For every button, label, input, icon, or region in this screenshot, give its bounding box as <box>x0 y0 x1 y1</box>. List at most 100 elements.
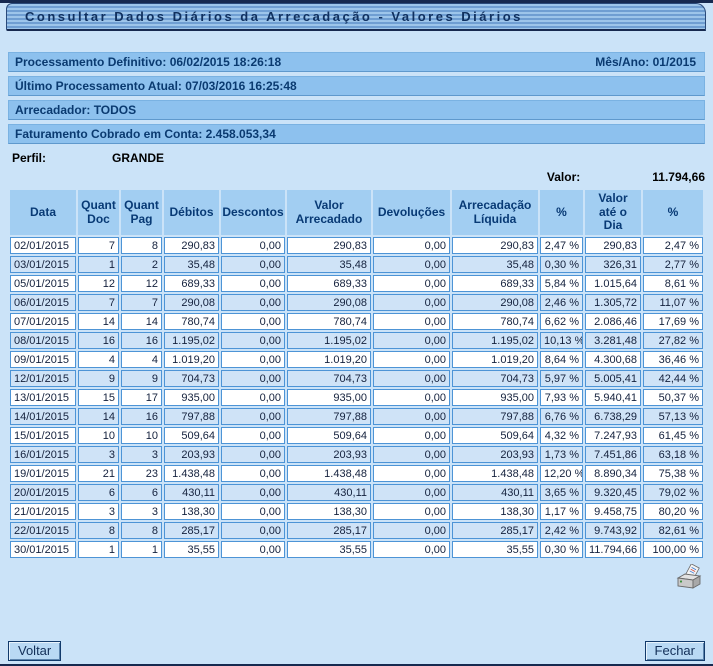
value-cell: 1.438,48 <box>452 465 538 482</box>
value-cell: 2,47 % <box>540 237 583 254</box>
value-cell: 0,30 % <box>540 541 583 558</box>
column-header: % <box>643 190 703 235</box>
value-cell: 430,11 <box>452 484 538 501</box>
value-cell: 2,46 % <box>540 294 583 311</box>
value-cell: 6 <box>121 484 162 501</box>
value-cell: 1.015,64 <box>585 275 641 292</box>
value-cell: 5,84 % <box>540 275 583 292</box>
value-cell: 797,88 <box>287 408 371 425</box>
value-cell: 3 <box>121 503 162 520</box>
value-cell: 0,00 <box>373 408 450 425</box>
value-cell: 8 <box>121 237 162 254</box>
value-cell: 6,76 % <box>540 408 583 425</box>
date-cell: 06/01/2015 <box>10 294 76 311</box>
value-cell: 0,00 <box>373 370 450 387</box>
value-cell: 0,00 <box>221 446 285 463</box>
value-cell: 5.940,41 <box>585 389 641 406</box>
value-cell: 100,00 % <box>643 541 703 558</box>
value-cell: 2,47 % <box>643 237 703 254</box>
printer-icon[interactable] <box>675 564 703 592</box>
value-cell: 935,00 <box>287 389 371 406</box>
value-cell: 1.305,72 <box>585 294 641 311</box>
value-cell: 9.320,45 <box>585 484 641 501</box>
date-cell: 03/01/2015 <box>10 256 76 273</box>
value-cell: 35,48 <box>164 256 219 273</box>
value-cell: 42,44 % <box>643 370 703 387</box>
value-cell: 23 <box>121 465 162 482</box>
value-cell: 0,00 <box>221 465 285 482</box>
value-cell: 80,20 % <box>643 503 703 520</box>
mes-ano-text: Mês/Ano: 01/2015 <box>595 55 696 69</box>
date-cell: 12/01/2015 <box>10 370 76 387</box>
value-cell: 0,30 % <box>540 256 583 273</box>
value-cell: 704,73 <box>452 370 538 387</box>
table-row: 19/01/201521231.438,480,001.438,480,001.… <box>10 465 703 482</box>
value-cell: 780,74 <box>452 313 538 330</box>
printer-row <box>0 564 703 592</box>
value-cell: 797,88 <box>452 408 538 425</box>
value-cell: 0,00 <box>373 351 450 368</box>
table-row: 20/01/201566430,110,00430,110,00430,113,… <box>10 484 703 501</box>
value-cell: 4 <box>78 351 119 368</box>
value-cell: 704,73 <box>164 370 219 387</box>
value-cell: 9 <box>121 370 162 387</box>
value-cell: 36,46 % <box>643 351 703 368</box>
value-cell: 0,00 <box>221 313 285 330</box>
table-row: 03/01/20151235,480,0035,480,0035,480,30 … <box>10 256 703 273</box>
table-row: 13/01/20151517935,000,00935,000,00935,00… <box>10 389 703 406</box>
value-cell: 12 <box>121 275 162 292</box>
value-cell: 0,00 <box>221 503 285 520</box>
perfil-row: Perfil: GRANDE <box>8 148 705 168</box>
value-cell: 14 <box>121 313 162 330</box>
value-cell: 0,00 <box>373 465 450 482</box>
date-cell: 02/01/2015 <box>10 237 76 254</box>
value-cell: 509,64 <box>164 427 219 444</box>
valor-row: Valor: 11.794,66 <box>8 168 705 186</box>
fechar-button[interactable]: Fechar <box>645 641 705 661</box>
value-cell: 138,30 <box>164 503 219 520</box>
value-cell: 203,93 <box>452 446 538 463</box>
value-cell: 797,88 <box>164 408 219 425</box>
value-cell: 509,64 <box>452 427 538 444</box>
value-cell: 0,00 <box>373 427 450 444</box>
value-cell: 290,83 <box>585 237 641 254</box>
table-row: 08/01/201516161.195,020,001.195,020,001.… <box>10 332 703 349</box>
value-cell: 0,00 <box>221 522 285 539</box>
date-cell: 21/01/2015 <box>10 503 76 520</box>
value-cell: 2,42 % <box>540 522 583 539</box>
value-cell: 4.300,68 <box>585 351 641 368</box>
value-cell: 0,00 <box>221 294 285 311</box>
value-cell: 82,61 % <box>643 522 703 539</box>
value-cell: 0,00 <box>373 522 450 539</box>
value-cell: 57,13 % <box>643 408 703 425</box>
value-cell: 27,82 % <box>643 332 703 349</box>
value-cell: 35,55 <box>287 541 371 558</box>
value-cell: 35,48 <box>287 256 371 273</box>
info-bar-processamento-definitivo: Processamento Definitivo: 06/02/2015 18:… <box>8 52 705 72</box>
value-cell: 290,83 <box>452 237 538 254</box>
value-cell: 935,00 <box>164 389 219 406</box>
column-header: Débitos <box>164 190 219 235</box>
value-cell: 17,69 % <box>643 313 703 330</box>
perfil-value: GRANDE <box>112 151 164 165</box>
value-cell: 285,17 <box>287 522 371 539</box>
table-row: 09/01/2015441.019,200,001.019,200,001.01… <box>10 351 703 368</box>
value-cell: 0,00 <box>221 389 285 406</box>
table-row: 15/01/20151010509,640,00509,640,00509,64… <box>10 427 703 444</box>
column-header: Data <box>10 190 76 235</box>
value-cell: 290,08 <box>287 294 371 311</box>
valor-label: Valor: <box>547 170 580 184</box>
table-row: 21/01/201533138,300,00138,300,00138,301,… <box>10 503 703 520</box>
voltar-button[interactable]: Voltar <box>8 641 61 661</box>
value-cell: 7.247,93 <box>585 427 641 444</box>
value-cell: 14 <box>78 408 119 425</box>
value-cell: 9.743,92 <box>585 522 641 539</box>
value-cell: 935,00 <box>452 389 538 406</box>
value-cell: 15 <box>78 389 119 406</box>
date-cell: 19/01/2015 <box>10 465 76 482</box>
value-cell: 7.451,86 <box>585 446 641 463</box>
processamento-definitivo-text: Processamento Definitivo: 06/02/2015 18:… <box>15 55 281 69</box>
column-header: Quant Doc <box>78 190 119 235</box>
value-cell: 0,00 <box>373 389 450 406</box>
value-cell: 3 <box>121 446 162 463</box>
